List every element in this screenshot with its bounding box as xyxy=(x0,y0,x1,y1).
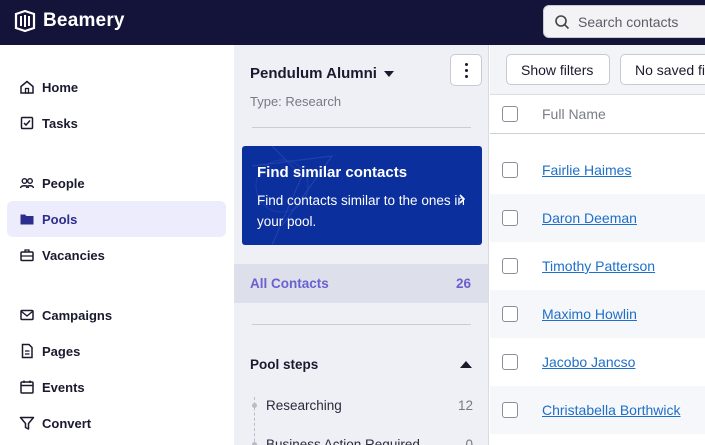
contact-name-link[interactable]: Christabella Borthwick xyxy=(542,402,681,418)
chevron-right-icon xyxy=(459,194,466,204)
find-similar-card[interactable]: Find similar contacts Find contacts simi… xyxy=(242,146,482,245)
search-input[interactable] xyxy=(578,13,705,30)
row-checkbox[interactable] xyxy=(502,354,518,370)
contact-name-link[interactable]: Fairlie Haimes xyxy=(542,162,631,178)
table-row: Jacobo Jancso xyxy=(490,338,705,386)
sidebar-item-label: Tasks xyxy=(42,115,78,131)
kebab-dot xyxy=(464,74,468,78)
people-icon xyxy=(19,175,35,191)
search-box[interactable] xyxy=(543,5,705,38)
pool-title: Pendulum Alumni xyxy=(250,65,377,82)
folder-icon xyxy=(19,211,35,227)
sidebar-item-label: Vacancies xyxy=(42,247,105,263)
logo[interactable]: Beamery xyxy=(13,9,125,33)
sidebar-item-tasks[interactable]: Tasks xyxy=(7,105,226,141)
sidebar-item-label: People xyxy=(42,175,85,191)
sidebar: Home Tasks People Pools Vacancies Campai… xyxy=(0,45,234,445)
pool-panel: Pendulum Alumni Type: Research Find simi… xyxy=(234,45,489,445)
find-similar-title: Find similar contacts xyxy=(257,164,408,181)
caret-down-icon xyxy=(383,70,394,77)
table-row: Fairlie Haimes xyxy=(490,146,705,194)
contact-name-link[interactable]: Jacobo Jancso xyxy=(542,354,635,370)
briefcase-icon xyxy=(19,247,35,263)
document-icon xyxy=(19,343,35,359)
contact-name-link[interactable]: Daron Deeman xyxy=(542,210,637,226)
divider xyxy=(252,324,471,325)
find-similar-description: Find contacts similar to the ones in you… xyxy=(257,193,465,229)
logo-text: Beamery xyxy=(43,10,125,31)
mail-icon xyxy=(19,307,35,323)
tasks-icon xyxy=(19,115,35,131)
search-icon xyxy=(555,14,570,29)
top-bar: Beamery xyxy=(0,0,705,45)
sidebar-item-vacancies[interactable]: Vacancies xyxy=(7,237,226,273)
all-contacts-item[interactable]: All Contacts 26 xyxy=(234,264,488,303)
pool-step-item[interactable]: Researching 12 xyxy=(266,398,473,413)
beamery-logo-icon xyxy=(14,9,36,33)
table-row: Christabella Borthwick xyxy=(490,386,705,434)
sidebar-item-label: Campaigns xyxy=(42,307,113,323)
sidebar-item-pools[interactable]: Pools xyxy=(7,201,226,237)
sidebar-item-convert[interactable]: Convert xyxy=(7,405,226,441)
row-checkbox[interactable] xyxy=(502,258,518,274)
step-label: Business Action Required xyxy=(266,437,420,445)
step-dot xyxy=(252,403,257,408)
table-row: Daron Deeman xyxy=(490,194,705,242)
step-count: 12 xyxy=(457,398,473,413)
sidebar-item-label: Events xyxy=(42,379,85,395)
home-icon xyxy=(19,79,35,95)
table-row: Maximo Howlin xyxy=(490,290,705,338)
table-row: Timothy Patterson xyxy=(490,242,705,290)
calendar-icon xyxy=(19,379,35,395)
row-checkbox[interactable] xyxy=(502,306,518,322)
sidebar-item-label: Pages xyxy=(42,343,81,359)
sidebar-item-events[interactable]: Events xyxy=(7,369,226,405)
all-contacts-count: 26 xyxy=(455,276,471,291)
toolbar: Show filters No saved filters xyxy=(490,45,705,95)
pool-steps-title: Pool steps xyxy=(250,357,319,372)
row-checkbox[interactable] xyxy=(502,402,518,418)
contact-name-link[interactable]: Timothy Patterson xyxy=(542,258,655,274)
kebab-dot xyxy=(464,62,468,66)
divider xyxy=(252,127,471,128)
more-options-button[interactable] xyxy=(450,54,482,86)
contacts-main: Show filters No saved filters Full Name … xyxy=(490,45,705,445)
kebab-dot xyxy=(464,68,468,72)
sidebar-item-label: Pools xyxy=(42,211,78,227)
show-filters-button[interactable]: Show filters xyxy=(506,54,610,85)
pool-step-item[interactable]: Business Action Required 0 xyxy=(266,437,473,445)
step-label: Researching xyxy=(266,398,342,413)
row-checkbox[interactable] xyxy=(502,210,518,226)
table-header: Full Name xyxy=(490,95,705,134)
sidebar-item-home[interactable]: Home xyxy=(7,69,226,105)
sidebar-item-people[interactable]: People xyxy=(7,165,226,201)
contact-name-link[interactable]: Maximo Howlin xyxy=(542,306,637,322)
step-count: 0 xyxy=(465,437,473,445)
pool-title-dropdown[interactable]: Pendulum Alumni xyxy=(250,65,394,82)
caret-up-icon[interactable] xyxy=(460,361,472,368)
sidebar-item-label: Convert xyxy=(42,415,92,431)
pool-type: Type: Research xyxy=(250,94,342,109)
select-all-checkbox[interactable] xyxy=(502,106,518,122)
saved-filters-select[interactable]: No saved filters xyxy=(620,54,705,85)
funnel-icon xyxy=(19,415,35,431)
column-header-full-name[interactable]: Full Name xyxy=(542,106,606,122)
all-contacts-label: All Contacts xyxy=(250,276,329,291)
sidebar-item-campaigns[interactable]: Campaigns xyxy=(7,297,226,333)
row-checkbox[interactable] xyxy=(502,162,518,178)
sidebar-item-label: Home xyxy=(42,79,79,95)
sidebar-item-pages[interactable]: Pages xyxy=(7,333,226,369)
